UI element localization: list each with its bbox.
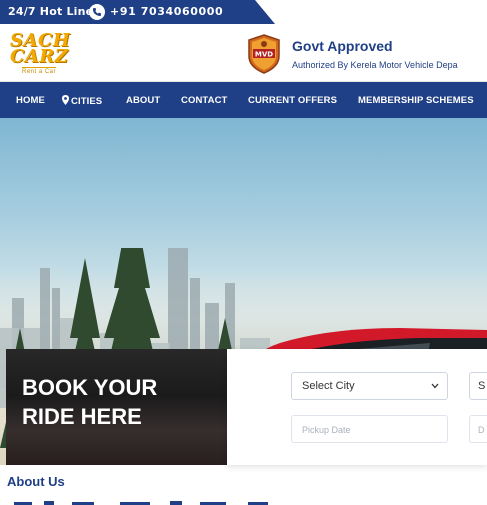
- about-heading: About Us: [7, 474, 65, 489]
- booking-panel: BOOK YOUR RIDE HERE: [6, 349, 227, 465]
- hotline-label: 24/7 Hot Line: [8, 5, 94, 18]
- govt-approved-subtitle: Authorized By Kerela Motor Vehicle Depa: [292, 60, 458, 70]
- phone-icon: [89, 4, 105, 20]
- govt-approved-title: Govt Approved: [292, 38, 393, 54]
- logo-tagline: Rent a Car: [22, 67, 57, 75]
- map-pin-icon: [62, 95, 69, 105]
- booking-form: Select City S Pickup Date D: [227, 349, 487, 465]
- pickup-date-input[interactable]: Pickup Date: [291, 415, 448, 443]
- city-select-value: Select City: [302, 380, 355, 392]
- chevron-down-icon: [431, 383, 439, 389]
- nav-home[interactable]: HOME: [16, 95, 45, 106]
- nav-membership-schemes[interactable]: MEMBERSHIP SCHEMES: [358, 95, 474, 106]
- mvd-badge-text: MVD: [255, 51, 273, 59]
- second-select[interactable]: S: [469, 372, 487, 400]
- hotline-bar: 24/7 Hot Line +91 7034060000: [0, 0, 487, 24]
- logo-line2: CARZ: [10, 46, 69, 67]
- nav-current-offers[interactable]: CURRENT OFFERS: [248, 95, 337, 106]
- nav-cities-label: CITIES: [71, 96, 103, 107]
- about-text-cropped: [14, 501, 268, 505]
- nav-cities[interactable]: CITIES: [62, 95, 102, 107]
- main-nav: HOME CITIES ABOUT CONTACT CURRENT OFFERS…: [0, 82, 487, 118]
- page: 24/7 Hot Line +91 7034060000 SACH CARZ R…: [0, 0, 487, 505]
- booking-title: BOOK YOUR RIDE HERE: [22, 375, 158, 429]
- site-header: SACH CARZ Rent a Car: [0, 24, 487, 82]
- nav-contact[interactable]: CONTACT: [181, 95, 227, 106]
- site-logo[interactable]: SACH CARZ Rent a Car: [8, 30, 78, 76]
- mvd-badge-icon: MVD: [248, 34, 280, 74]
- drop-date-input[interactable]: D: [469, 415, 487, 443]
- hotline-phone-link[interactable]: +91 7034060000: [110, 5, 223, 18]
- city-select[interactable]: Select City: [291, 372, 448, 400]
- nav-about[interactable]: ABOUT: [126, 95, 160, 106]
